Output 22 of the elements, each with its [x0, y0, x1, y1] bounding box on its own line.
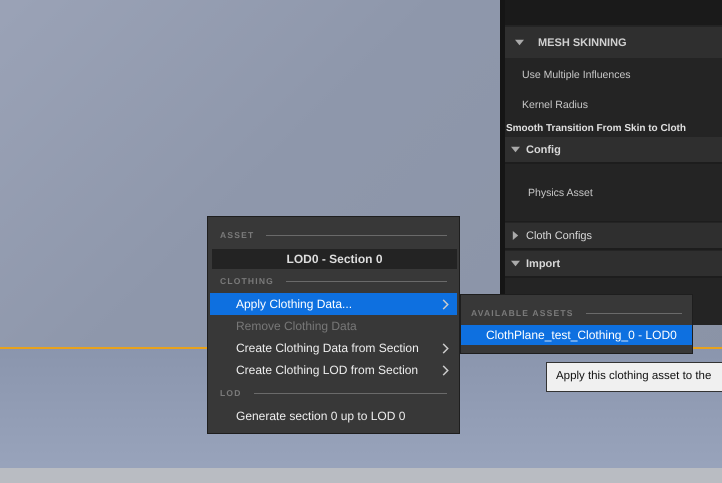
tooltip: Apply this clothing asset to the [546, 362, 722, 392]
menu-item[interactable]: Generate section 0 up to LOD 0 [210, 405, 457, 427]
chevron-right-icon [441, 342, 449, 354]
menu-item[interactable]: Apply Clothing Data... [210, 293, 457, 315]
chevron-right-icon [441, 364, 449, 376]
group-header[interactable]: Config [505, 137, 722, 164]
chevron-right-icon [441, 298, 449, 310]
section-label: CLOTHING [220, 276, 274, 286]
category-header[interactable]: MESH SKINNING [505, 27, 722, 58]
group-header[interactable]: Cloth Configs [505, 223, 722, 250]
menu-item[interactable]: Create Clothing LOD from Section [210, 359, 457, 381]
property-label: Kernel Radius [521, 98, 589, 113]
property-heading: Smooth Transition From Skin to Cloth [505, 122, 687, 136]
group-header[interactable]: Import [505, 251, 722, 278]
section-label: ASSET [220, 230, 254, 240]
property-label: Physics Asset [528, 186, 593, 198]
section-label: LOD [220, 388, 242, 398]
menu-item[interactable]: ClothPlane_test_Clothing_0 - LOD0 [461, 325, 692, 345]
section-label: AVAILABLE ASSETS [471, 308, 574, 318]
property-label: Use Multiple Influences [521, 68, 632, 83]
menu-item[interactable]: Create Clothing Data from Section [210, 337, 457, 359]
menu-title: LOD0 - Section 0 [212, 249, 457, 269]
